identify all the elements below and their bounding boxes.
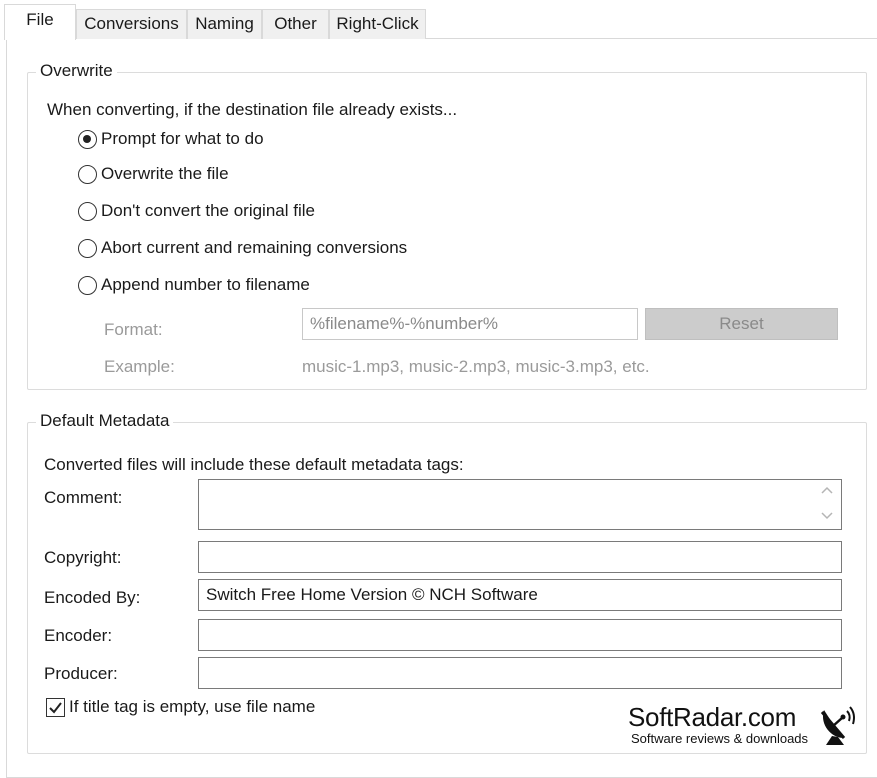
format-label: Format: <box>104 320 163 339</box>
copyright-label: Copyright: <box>44 548 122 567</box>
example-label: Example: <box>104 357 175 376</box>
tab-conversions[interactable]: Conversions <box>76 9 187 39</box>
overwrite-prompt: When converting, if the destination file… <box>47 100 458 119</box>
copyright-input[interactable] <box>198 541 842 573</box>
title-from-filename-label: If title tag is empty, use file name <box>69 697 316 716</box>
format-input[interactable]: %filename%-%number% <box>302 308 638 340</box>
producer-input[interactable] <box>198 657 842 689</box>
radio-label: Prompt for what to do <box>101 129 264 148</box>
radio-label: Abort current and remaining conversions <box>101 238 408 257</box>
radio-button[interactable] <box>78 275 97 295</box>
metadata-legend: Default Metadata <box>36 411 174 431</box>
title-from-filename-checkbox-row[interactable]: If title tag is empty, use file name <box>46 697 315 717</box>
tab-right-click[interactable]: Right-Click <box>329 9 426 39</box>
radio-label: Overwrite the file <box>101 164 229 183</box>
reset-button[interactable]: Reset <box>645 308 838 340</box>
radio-append-number[interactable]: Append number to filename <box>78 275 310 295</box>
comment-label: Comment: <box>44 488 123 507</box>
radio-label: Append number to filename <box>101 275 310 294</box>
watermark-tagline: Software reviews & downloads <box>631 731 809 746</box>
radio-label: Don't convert the original file <box>101 201 315 220</box>
watermark-brand: SoftRadar.com <box>628 702 797 732</box>
example-value: music-1.mp3, music-2.mp3, music-3.mp3, e… <box>302 357 650 376</box>
chevron-up-icon[interactable] <box>819 485 835 497</box>
encoder-input[interactable] <box>198 619 842 651</box>
tab-file[interactable]: File <box>4 4 76 40</box>
metadata-intro: Converted files will include these defau… <box>44 455 464 474</box>
radio-prompt[interactable]: Prompt for what to do <box>78 129 264 149</box>
encoded-by-input[interactable]: Switch Free Home Version © NCH Software <box>198 579 842 611</box>
tab-naming[interactable]: Naming <box>187 9 262 39</box>
chevron-down-icon[interactable] <box>819 511 835 523</box>
radio-button[interactable] <box>78 238 97 258</box>
softradar-watermark: SoftRadar.com Software reviews & downloa… <box>628 702 868 752</box>
encoder-label: Encoder: <box>44 626 113 645</box>
encoded-by-label: Encoded By: <box>44 588 141 607</box>
title-from-filename-checkbox[interactable] <box>46 697 65 717</box>
radio-button[interactable] <box>78 201 97 221</box>
comment-textarea[interactable] <box>198 479 842 530</box>
radio-overwrite[interactable]: Overwrite the file <box>78 164 229 184</box>
tab-bar: File Conversions Naming Other Right-Clic… <box>0 0 877 778</box>
checkmark-icon <box>49 701 62 714</box>
radio-button[interactable] <box>78 164 97 184</box>
producer-label: Producer: <box>44 664 118 683</box>
satellite-dish-icon <box>820 706 855 745</box>
tab-other[interactable]: Other <box>262 9 329 39</box>
radio-abort[interactable]: Abort current and remaining conversions <box>78 238 407 258</box>
radio-dont-convert[interactable]: Don't convert the original file <box>78 201 315 221</box>
overwrite-legend: Overwrite <box>36 61 117 81</box>
radio-button[interactable] <box>78 129 97 149</box>
